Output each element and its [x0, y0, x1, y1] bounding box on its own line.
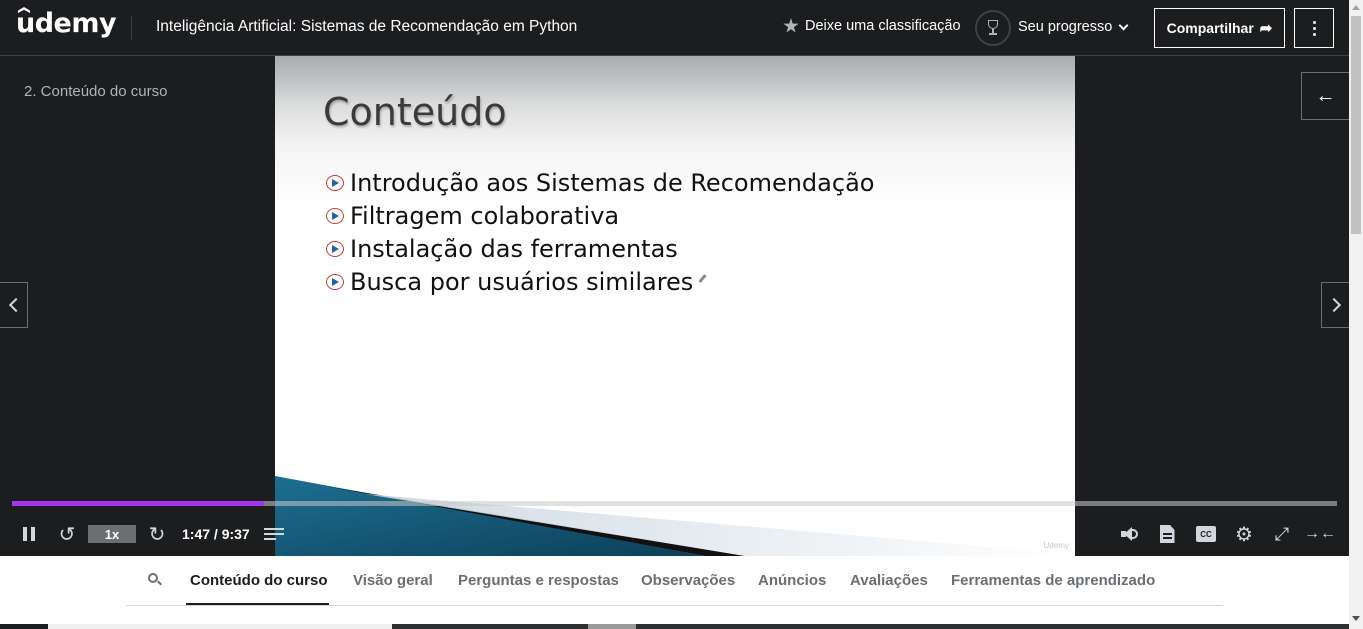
slide-bullet-text: Instalação das ferramentas [350, 234, 678, 263]
rate-course-label: Deixe uma classificação [805, 18, 961, 34]
tab-qa[interactable]: Perguntas e respostas [458, 572, 619, 589]
scroll-up-icon[interactable] [1352, 5, 1360, 10]
tab-notes[interactable]: Observações [641, 572, 735, 589]
slide-bullet-text: Busca por usuários similares [350, 267, 694, 296]
tab-overview[interactable]: Visão geral [353, 572, 433, 589]
video-progress-bar[interactable] [12, 501, 1337, 506]
udemy-course-player: udemy Inteligência Artificial: Sistemas … [0, 0, 1363, 629]
trophy-icon [986, 20, 1000, 36]
more-options-button[interactable] [1294, 8, 1334, 48]
add-note-button[interactable] [264, 522, 288, 546]
rewind-icon: ↺ [58, 523, 76, 546]
play-bullet-icon [325, 272, 345, 292]
slide-bullet-list: Introdução aos Sistemas de Recomendação … [325, 166, 874, 298]
next-lecture-button[interactable] [1321, 282, 1349, 328]
fullscreen-button[interactable]: ⤢ [1271, 522, 1293, 546]
progress-label: Seu progresso [1018, 19, 1113, 35]
pause-icon [23, 527, 27, 541]
pause-button[interactable] [20, 522, 38, 546]
tab-course-content[interactable]: Conteúdo do curso [190, 572, 328, 589]
volume-icon [1121, 526, 1139, 542]
slide-title: Conteúdo [323, 90, 507, 134]
playback-speed-button[interactable]: 1x [88, 525, 136, 543]
previous-lecture-button[interactable] [0, 282, 28, 328]
play-bullet-icon [325, 206, 345, 226]
slide-bullet-text: Introdução aos Sistemas de Recomendação [350, 168, 875, 197]
expand-icon: ⤢ [1274, 523, 1290, 544]
play-bullet-icon [325, 239, 345, 259]
page-scrollbar[interactable] [1349, 0, 1363, 629]
transcript-icon [1159, 525, 1175, 543]
top-header: udemy Inteligência Artificial: Sistemas … [0, 0, 1349, 56]
course-tabs: Conteúdo do curso Visão geral Perguntas … [126, 556, 1223, 606]
progress-dropdown[interactable]: Seu progresso [1018, 19, 1129, 35]
slide-bullet: Instalação das ferramentas [325, 232, 874, 265]
play-bullet-icon [325, 173, 345, 193]
compress-icon: →← [1304, 525, 1336, 542]
player-controls: ↺ 1x ↻ 1:47 / 9:37 CC ⚙ ⤢ →← [0, 512, 1349, 556]
star-icon [783, 18, 799, 33]
forward-button[interactable]: ↻ [146, 522, 168, 546]
chevron-right-icon [1326, 297, 1341, 313]
close-sidebar-back-button[interactable]: ← [1301, 72, 1349, 120]
captions-icon: CC [1196, 526, 1216, 542]
theater-mode-button[interactable]: →← [1304, 522, 1336, 546]
bottom-strip [0, 624, 1349, 629]
tab-learning-tools[interactable]: Ferramentas de aprendizado [951, 572, 1155, 589]
lecture-title: 2. Conteúdo do curso [24, 83, 168, 100]
volume-button[interactable] [1119, 522, 1141, 546]
udemy-logo[interactable]: udemy [16, 7, 117, 39]
share-label: Compartilhar [1166, 20, 1254, 36]
chevron-left-icon [8, 297, 23, 313]
course-title[interactable]: Inteligência Artificial: Sistemas de Rec… [156, 18, 577, 36]
settings-button[interactable]: ⚙ [1233, 522, 1255, 546]
share-button[interactable]: Compartilhar ➦ [1154, 8, 1285, 48]
tab-reviews[interactable]: Avaliações [850, 572, 928, 589]
note-list-icon [264, 528, 284, 530]
gear-icon: ⚙ [1235, 523, 1253, 546]
pencil-icon [698, 274, 707, 283]
slide-bullet-text: Filtragem colaborativa [350, 201, 620, 230]
slide-bullet: Introdução aos Sistemas de Recomendação [325, 166, 874, 199]
rate-course-button[interactable]: Deixe uma classificação [783, 18, 961, 34]
logo-text: udemy [16, 8, 117, 39]
time-display: 1:47 / 9:37 [182, 526, 250, 542]
share-arrow-icon: ➦ [1259, 20, 1273, 37]
captions-button[interactable]: CC [1195, 522, 1217, 546]
transcript-button[interactable] [1158, 522, 1176, 546]
progress-ring[interactable] [975, 10, 1011, 46]
arrow-left-icon: ← [1315, 84, 1336, 107]
chevron-down-icon [1118, 20, 1129, 30]
video-frame-slide[interactable]: Conteúdo Introdução aos Sistemas de Reco… [275, 56, 1075, 556]
tab-announcements[interactable]: Anúncios [758, 572, 826, 589]
rewind-button[interactable]: ↺ [56, 522, 78, 546]
scroll-thumb[interactable] [1351, 16, 1361, 234]
vertical-dots-icon [1312, 20, 1316, 24]
active-tab-indicator [186, 603, 329, 605]
slide-bullet: Busca por usuários similares [325, 265, 874, 298]
course-tabs-bar: Conteúdo do curso Visão geral Perguntas … [0, 556, 1349, 629]
video-progress-fill [12, 501, 264, 506]
slide-bullet: Filtragem colaborativa [325, 199, 874, 232]
search-icon[interactable] [148, 573, 162, 587]
forward-icon: ↻ [148, 523, 166, 546]
header-divider [131, 16, 132, 40]
video-player[interactable]: 2. Conteúdo do curso Conteúdo Introdução… [0, 56, 1349, 556]
scroll-down-icon[interactable] [1352, 616, 1360, 621]
